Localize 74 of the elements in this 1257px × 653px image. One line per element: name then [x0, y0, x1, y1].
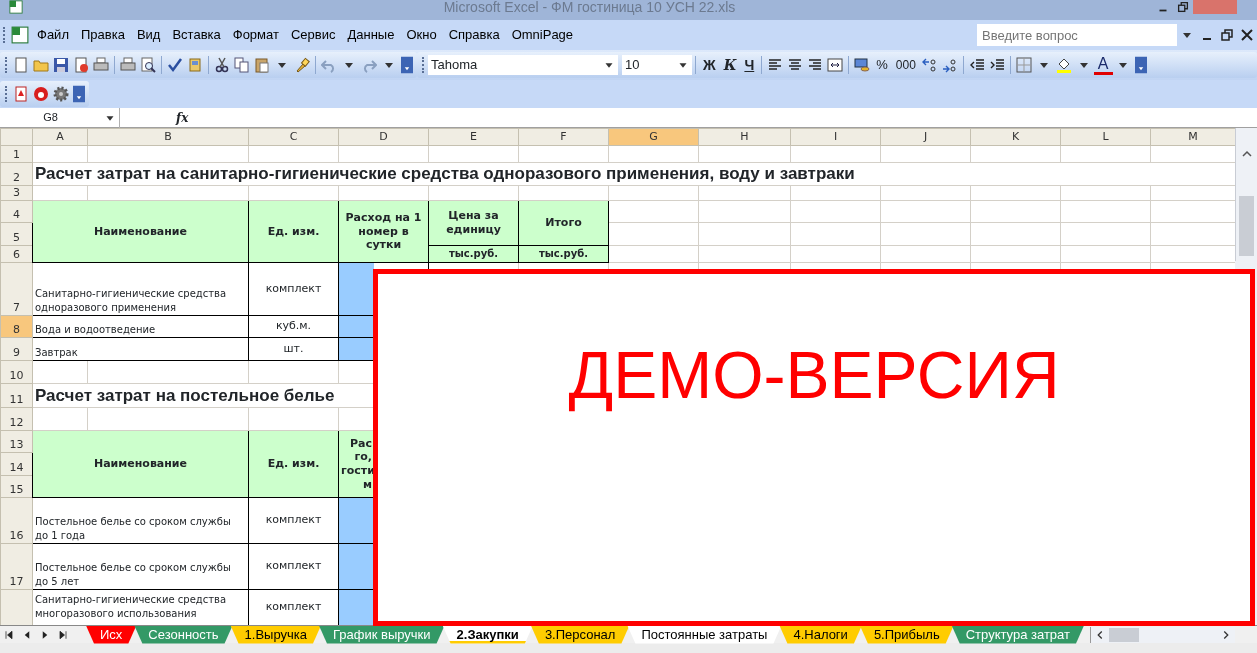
row-header[interactable]: 2 [0, 162, 33, 186]
column-header[interactable]: I [790, 128, 881, 146]
row-header[interactable]: 5 [0, 222, 33, 246]
row-header[interactable]: 16 [0, 497, 33, 544]
row-header[interactable]: 13 [0, 430, 33, 453]
cell-reference: G8 [42, 110, 59, 126]
table-cell: Вода и водоотведение [32, 315, 249, 338]
function-button[interactable]: fx [160, 108, 205, 127]
menu-item[interactable]: Файл [31, 25, 75, 45]
table-cell: Завтрак [32, 337, 249, 361]
font-name: Tahoma [431, 56, 479, 75]
italic-button[interactable]: К [719, 54, 741, 76]
sheet-tab[interactable]: Сезонность [134, 625, 233, 644]
header-cell: Цена за единицу [428, 200, 519, 246]
column-header[interactable]: G [608, 128, 699, 146]
menu-item[interactable]: Правка [74, 25, 131, 45]
header-cell: Расход на 1 номер в сутки [338, 200, 429, 263]
column-header[interactable]: E [428, 128, 519, 146]
row-header[interactable]: 11 [0, 383, 33, 408]
thousands-button[interactable]: 000 [891, 56, 920, 74]
header-cell: Итого [518, 200, 609, 246]
row-header[interactable]: 17 [0, 543, 33, 590]
font-dropdown[interactable]: Tahoma [428, 55, 618, 75]
font-color-button[interactable]: A [1093, 55, 1113, 75]
underline-button[interactable]: Ч [740, 54, 759, 76]
row-header[interactable]: 4 [0, 200, 33, 223]
menu-item[interactable]: OmniPage [505, 25, 580, 45]
sheet-tab[interactable]: График выручки [318, 625, 445, 644]
menu-item[interactable]: Вид [130, 25, 167, 45]
menu-item[interactable]: Сервис [284, 25, 342, 45]
font-size-value: 10 [625, 56, 641, 75]
table-cell: Санитарно-гигиенические средства одноразового применения [32, 262, 249, 316]
table-cell: шт. [248, 337, 339, 361]
column-header[interactable]: K [970, 128, 1061, 146]
column-header[interactable]: L [1060, 128, 1151, 146]
sheet-tab[interactable]: 1.Выручка [230, 625, 321, 644]
bold-button[interactable]: Ж [699, 54, 720, 76]
header-cell: Наименование [32, 200, 249, 263]
column-header[interactable]: A [32, 128, 88, 146]
column-header[interactable]: C [248, 128, 339, 146]
row-header[interactable]: 7 [0, 262, 33, 316]
column-header[interactable]: B [87, 128, 249, 146]
menu-item[interactable]: Данные [341, 25, 401, 45]
help-search-field[interactable]: Введите вопрос [977, 24, 1177, 46]
font-size-dropdown[interactable]: 10 [622, 55, 692, 75]
demo-banner: ДЕМО-ВЕРСИЯ [373, 269, 1255, 626]
window-title: Microsoft Excel - ФМ гостиница 10 УСН 22.xls [443, 0, 736, 15]
table-cell: комплект [248, 543, 339, 590]
header-cell: Ед. изм. [248, 200, 339, 263]
column-header[interactable]: F [518, 128, 609, 146]
menu-item[interactable]: Вставка [166, 25, 227, 45]
row-header[interactable]: 14 [0, 452, 33, 476]
table-cell: Постельное белье со сроком службы до 1 года [32, 497, 249, 544]
row-header[interactable]: 9 [0, 337, 33, 361]
column-header[interactable]: J [880, 128, 971, 146]
row-header[interactable]: 15 [0, 475, 33, 498]
menu-item[interactable]: Окно [400, 25, 443, 45]
percent-button[interactable]: % [872, 55, 892, 75]
menu-item[interactable]: Справка [442, 25, 506, 45]
header-cell: Ед. изм. [248, 430, 339, 498]
table-cell: куб.м. [248, 315, 339, 338]
row-header[interactable]: 12 [0, 407, 33, 431]
menu-item[interactable]: Формат [226, 25, 285, 45]
sheet-tab[interactable]: Исх [86, 625, 137, 644]
table-cell: комплект [248, 497, 339, 544]
table-cell: комплект [248, 262, 339, 316]
column-header[interactable]: M [1150, 128, 1235, 146]
row-header[interactable]: 8 [0, 315, 33, 338]
row-header[interactable]: 10 [0, 360, 33, 384]
table-cell: Постельное белье со сроком службы до 5 лет [32, 543, 249, 590]
column-header[interactable]: H [698, 128, 791, 146]
header-cell: Наименование [32, 430, 249, 498]
name-box[interactable]: G8 [0, 107, 120, 128]
column-header[interactable]: D [338, 128, 429, 146]
